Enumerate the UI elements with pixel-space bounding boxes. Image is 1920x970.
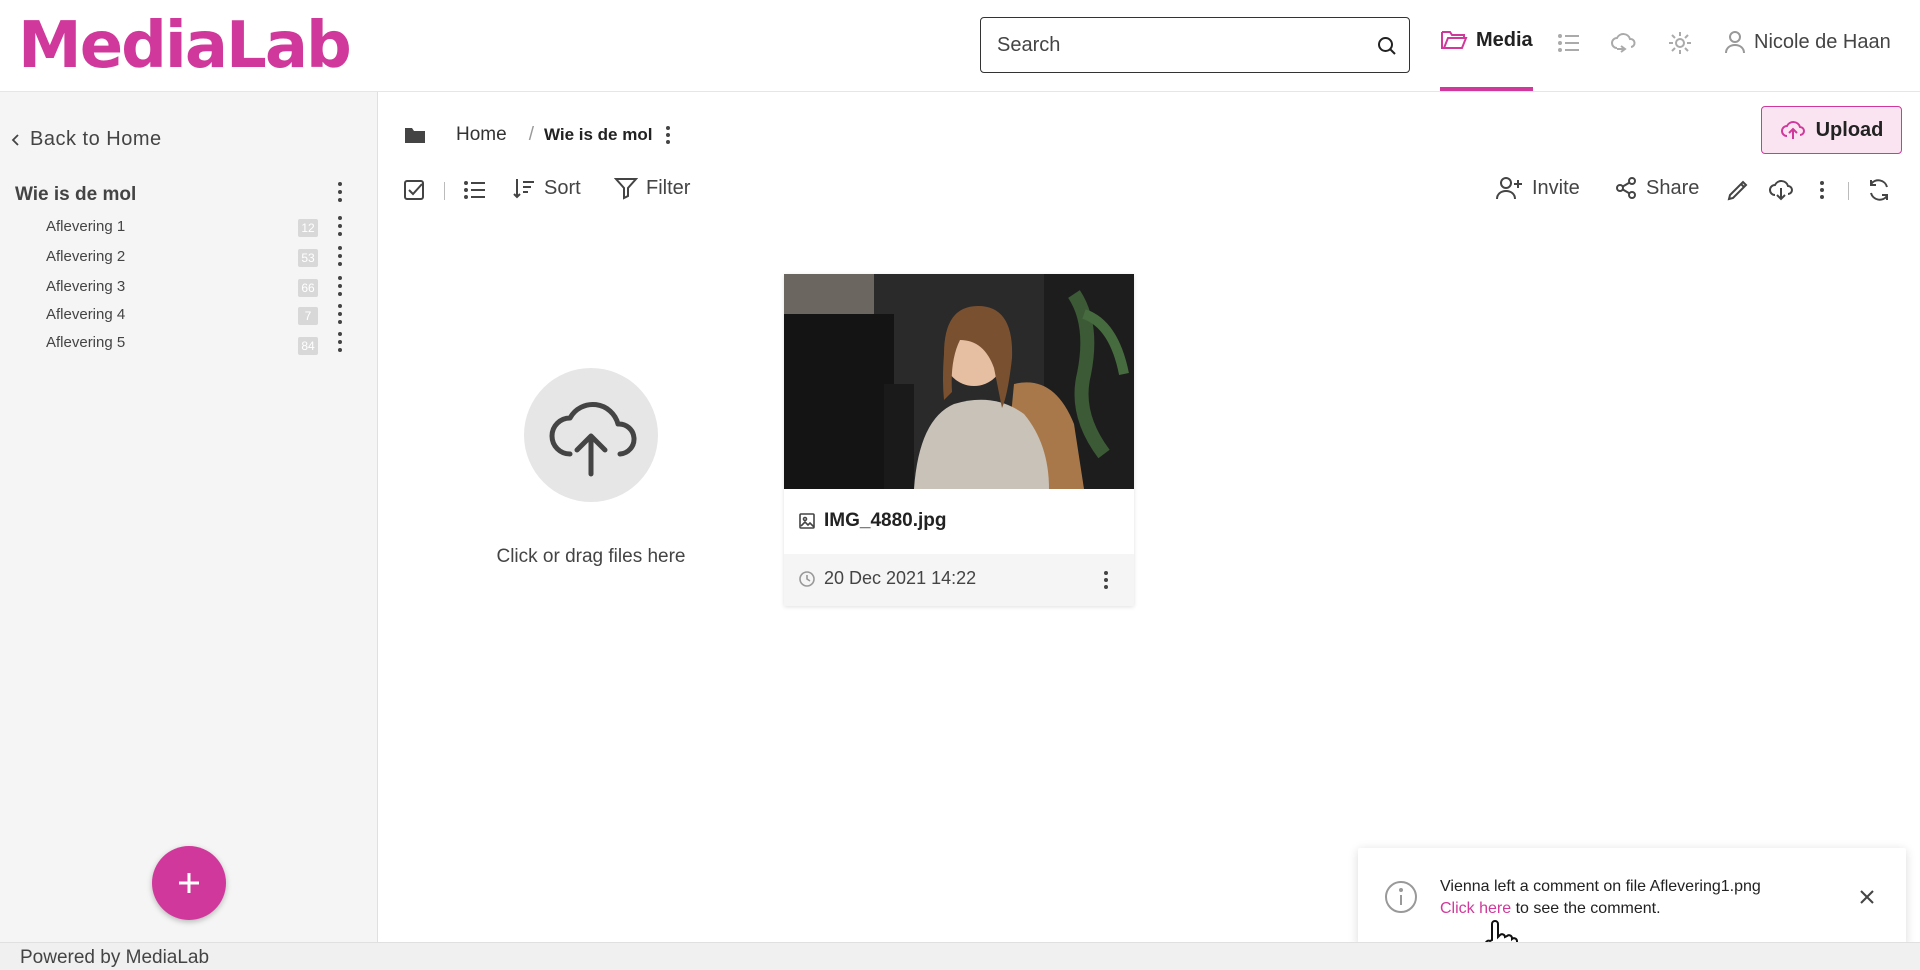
item-count-badge: 53 — [298, 249, 318, 267]
user-name: Nicole de Haan — [1754, 30, 1891, 53]
filter-button[interactable]: Filter — [614, 176, 690, 200]
item-count-badge: 84 — [298, 337, 318, 355]
filter-label: Filter — [646, 176, 691, 199]
list-icon[interactable] — [1556, 30, 1582, 56]
sort-icon — [513, 179, 534, 199]
invite-label: Invite — [1532, 176, 1580, 199]
cloud-upload-icon — [549, 401, 637, 477]
add-button[interactable] — [152, 846, 226, 920]
filter-icon — [614, 178, 638, 200]
sidebar-item-aflevering-5[interactable]: Aflevering 5 — [46, 334, 125, 351]
toast-action-line: Click here to see the comment. — [1440, 898, 1761, 920]
sidebar: Back to Home Wie is de mol Aflevering 1 … — [0, 92, 378, 944]
gear-icon[interactable] — [1667, 30, 1693, 56]
cloud-sync-icon[interactable] — [1611, 30, 1637, 56]
invite-button[interactable]: Invite — [1496, 176, 1580, 200]
active-tab-indicator — [1440, 87, 1533, 91]
back-to-home-link[interactable]: Back to Home — [10, 128, 162, 151]
plus-icon — [179, 873, 199, 893]
breadcrumb-current: Wie is de mol — [543, 125, 653, 144]
item-options-icon[interactable] — [332, 274, 348, 298]
clock-icon — [799, 570, 815, 587]
item-options-icon[interactable] — [332, 330, 348, 354]
sidebar-item-aflevering-4[interactable]: Aflevering 4 — [46, 306, 125, 323]
footer-text: Powered by MediaLab — [20, 947, 210, 968]
item-options-icon[interactable] — [332, 244, 348, 268]
edit-icon[interactable] — [1726, 178, 1750, 202]
add-user-icon — [1496, 177, 1522, 200]
file-date-row: 20 Dec 2021 14:22 — [798, 568, 976, 589]
file-card[interactable]: IMG_4880.jpg 20 Dec 2021 14:22 — [784, 274, 1134, 606]
folder-options-icon[interactable] — [332, 180, 348, 204]
cloud-download-icon[interactable] — [1768, 178, 1794, 202]
select-all-checkbox-icon[interactable] — [402, 178, 426, 202]
search-input[interactable] — [997, 30, 1357, 60]
folder-open-icon — [1441, 31, 1468, 49]
sidebar-item-aflevering-1[interactable]: Aflevering 1 — [46, 218, 125, 235]
sidebar-item-aflevering-2[interactable]: Aflevering 2 — [46, 248, 125, 265]
file-name: IMG_4880.jpg — [824, 510, 947, 531]
file-name-row: IMG_4880.jpg — [798, 510, 947, 532]
list-view-icon[interactable] — [462, 178, 488, 202]
top-bar: MediaLab Media Nicole de Haan — [0, 0, 1920, 92]
back-label: Back to Home — [30, 128, 162, 150]
sidebar-item-aflevering-3[interactable]: Aflevering 3 — [46, 278, 125, 295]
share-icon — [1616, 177, 1636, 199]
notification-toast: Vienna left a comment on file Aflevering… — [1358, 848, 1906, 946]
share-label: Share — [1646, 176, 1700, 199]
file-thumbnail[interactable] — [784, 274, 1134, 489]
toolbar-divider — [444, 182, 445, 200]
search-box[interactable] — [980, 17, 1410, 73]
item-count-badge: 7 — [298, 307, 318, 325]
upload-label: Upload — [1815, 118, 1884, 141]
file-meta: 20 Dec 2021 14:22 — [784, 554, 1134, 606]
folder-title[interactable]: Wie is de mol — [15, 184, 136, 206]
breadcrumb-home[interactable]: Home — [456, 124, 507, 146]
toast-message-line: Vienna left a comment on file Aflevering… — [1440, 878, 1761, 895]
info-icon — [1385, 881, 1417, 913]
file-options-icon[interactable] — [1100, 568, 1112, 592]
sort-button[interactable]: Sort — [512, 176, 581, 200]
share-button[interactable]: Share — [1614, 176, 1699, 200]
toast-message: Vienna left a comment on file Aflevering… — [1440, 876, 1761, 920]
item-options-icon[interactable] — [332, 214, 348, 238]
toolbar-divider — [1848, 182, 1849, 200]
breadcrumb-separator: / — [528, 124, 534, 145]
breadcrumb: Home / Wie is de mol — [404, 124, 674, 146]
folder-icon[interactable] — [404, 126, 426, 144]
refresh-icon[interactable] — [1866, 178, 1892, 202]
item-options-icon[interactable] — [332, 302, 348, 326]
search-icon[interactable] — [1375, 34, 1399, 58]
user-menu[interactable]: Nicole de Haan — [1724, 30, 1891, 54]
toast-suffix: to see the comment. — [1511, 900, 1661, 917]
toast-link[interactable]: Click here — [1440, 900, 1511, 917]
sort-label: Sort — [544, 176, 581, 199]
item-count-badge: 12 — [298, 219, 318, 237]
more-options-icon[interactable] — [1816, 178, 1828, 202]
user-icon — [1725, 31, 1745, 54]
upload-button[interactable]: Upload — [1761, 106, 1902, 154]
cloud-upload-icon — [1780, 121, 1805, 139]
nav-media-tab[interactable]: Media — [1440, 28, 1533, 52]
dropzone[interactable] — [524, 368, 658, 502]
nav-media-label: Media — [1476, 28, 1533, 51]
dropzone-text: Click or drag files here — [496, 546, 686, 567]
medialab-logo[interactable]: MediaLab — [18, 14, 352, 78]
item-count-badge: 66 — [298, 279, 318, 297]
file-date: 20 Dec 2021 14:22 — [824, 568, 977, 588]
image-file-icon — [799, 513, 815, 529]
close-icon[interactable] — [1858, 888, 1876, 906]
breadcrumb-options-icon[interactable] — [662, 124, 674, 146]
footer: Powered by MediaLab — [0, 942, 1920, 970]
chevron-left-icon — [11, 133, 19, 146]
